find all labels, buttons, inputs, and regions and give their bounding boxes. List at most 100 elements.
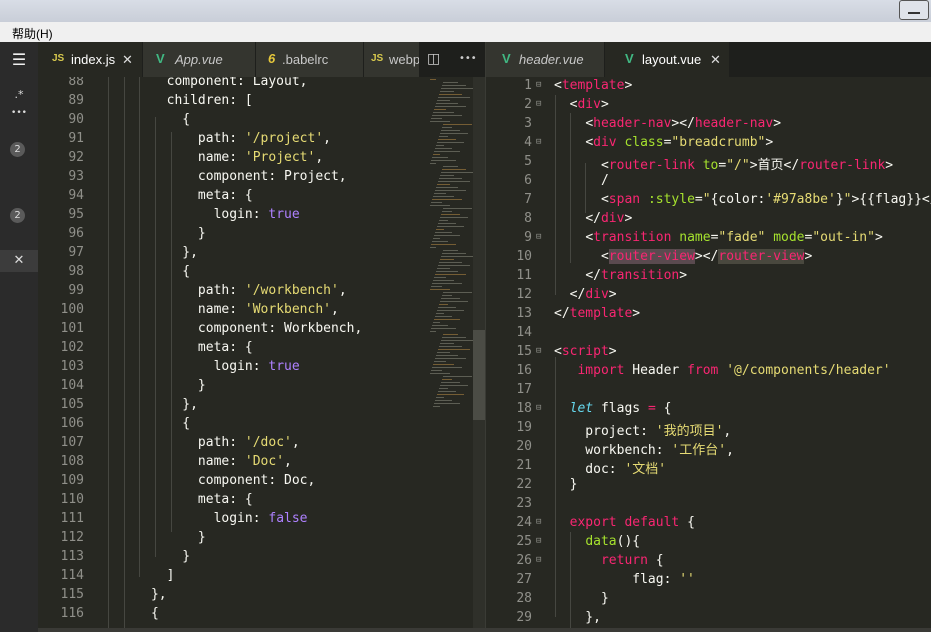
code-line[interactable]: { xyxy=(104,264,190,279)
fold-toggle-icon[interactable]: ⊟ xyxy=(536,99,541,109)
code-line[interactable]: </transition> xyxy=(554,268,687,283)
fold-toggle-icon[interactable]: ⊟ xyxy=(536,80,541,90)
close-icon[interactable]: ✕ xyxy=(710,52,721,68)
code-line[interactable]: children: [ xyxy=(104,93,253,108)
close-icon[interactable]: ✕ xyxy=(0,250,38,272)
code-line[interactable]: meta: { xyxy=(104,492,253,507)
code-line[interactable]: { xyxy=(104,606,159,621)
code-line[interactable]: }, xyxy=(554,610,601,625)
tab-babelrc[interactable]: 6 .babelrc xyxy=(256,42,363,77)
code-line[interactable]: { xyxy=(104,416,190,431)
code-line[interactable]: ] xyxy=(104,568,175,583)
minimap-line xyxy=(430,163,436,164)
code-line[interactable]: data(){ xyxy=(554,534,640,549)
horizontal-scrollbar[interactable] xyxy=(38,628,931,632)
explorer-icon[interactable]: ☰ xyxy=(0,50,38,69)
more-actions-icon[interactable]: ••• xyxy=(459,53,477,64)
code-line[interactable]: </div> xyxy=(554,211,632,226)
code-token: } xyxy=(104,226,206,241)
code-line[interactable]: name: 'Workbench', xyxy=(104,302,339,317)
code-line[interactable]: component: Workbench, xyxy=(104,321,362,336)
code-line[interactable]: <div class="breadcrumb"> xyxy=(554,135,773,150)
code-line[interactable]: login: true xyxy=(104,359,300,374)
badge-count[interactable]: 2 xyxy=(10,142,25,157)
split-editor-icon[interactable]: ◫ xyxy=(427,51,440,67)
code-line[interactable]: component: Project, xyxy=(104,169,347,184)
code-line[interactable]: doc: '文档' xyxy=(554,458,666,477)
more-icon[interactable]: ••• xyxy=(0,108,38,118)
code-line[interactable]: flag: '' xyxy=(554,572,695,587)
code-line[interactable]: path: '/doc', xyxy=(104,435,300,450)
code-line[interactable]: <span :style="{color:'#97a8be'}">{{flag}… xyxy=(554,192,931,207)
code-line[interactable]: <router-link to="/">首页</router-link> xyxy=(554,154,893,173)
line-number: 25 xyxy=(516,534,532,549)
regex-search-icon[interactable]: .* xyxy=(0,88,38,101)
code-line[interactable]: return { xyxy=(554,553,664,568)
code-token: to xyxy=(702,158,719,173)
line-number: 8 xyxy=(524,211,532,226)
code-line[interactable]: } xyxy=(554,477,578,492)
code-line[interactable]: let flags = { xyxy=(554,401,672,416)
code-line[interactable]: </template> xyxy=(554,306,640,321)
code-line[interactable]: } xyxy=(104,226,206,241)
code-line[interactable]: path: '/project', xyxy=(104,131,331,146)
fold-toggle-icon[interactable]: ⊟ xyxy=(536,232,541,242)
code-line[interactable]: } xyxy=(554,591,609,606)
fold-toggle-icon[interactable]: ⊟ xyxy=(536,403,541,413)
menu-help[interactable]: 帮助(H) xyxy=(12,25,53,42)
code-line[interactable]: component: Layout, xyxy=(104,77,308,89)
fold-toggle-icon[interactable]: ⊟ xyxy=(536,517,541,527)
minimap-line xyxy=(433,112,454,113)
code-token: component: Workbench, xyxy=(104,321,363,336)
left-editor[interactable]: 88 component: Layout, 89 children: [90 {9… xyxy=(38,77,418,632)
code-line[interactable]: meta: { xyxy=(104,188,253,203)
code-line[interactable]: workbench: '工作台', xyxy=(554,439,734,458)
code-line[interactable]: <script> xyxy=(554,344,617,359)
code-line[interactable]: component: Doc, xyxy=(104,473,315,488)
code-line[interactable]: <router-view></router-view> xyxy=(554,249,812,264)
fold-toggle-icon[interactable]: ⊟ xyxy=(536,137,541,147)
tab-header-vue[interactable]: V header.vue xyxy=(486,42,604,77)
code-line[interactable]: path: '/workbench', xyxy=(104,283,347,298)
scrollbar-thumb[interactable] xyxy=(473,330,485,420)
fold-toggle-icon[interactable]: ⊟ xyxy=(536,346,541,356)
code-line[interactable]: </div> xyxy=(554,287,617,302)
tab-app-vue[interactable]: V App.vue xyxy=(143,42,255,77)
right-editor[interactable]: 1 <template> 2 <div> 3 <header-nav></header… xyxy=(486,77,931,632)
code-line[interactable]: { xyxy=(104,112,190,127)
code-line[interactable]: <template> xyxy=(554,78,632,93)
code-line[interactable]: }, xyxy=(104,587,167,602)
minimap[interactable] xyxy=(418,77,474,632)
code-line[interactable]: login: false xyxy=(104,511,308,526)
code-line[interactable]: name: 'Project', xyxy=(104,150,323,165)
code-line[interactable]: } xyxy=(104,378,206,393)
code-line[interactable]: <transition name="fade" mode="out-in"> xyxy=(554,230,882,245)
fold-toggle-icon[interactable]: ⊟ xyxy=(536,536,541,546)
code-line[interactable]: / xyxy=(554,173,609,188)
minimize-button[interactable] xyxy=(899,0,929,20)
code-line[interactable]: <div> xyxy=(554,97,609,112)
code-line[interactable]: meta: { xyxy=(104,340,253,355)
tab-layout-vue[interactable]: V layout.vue ✕ xyxy=(605,42,729,77)
code-line[interactable]: login: true xyxy=(104,207,300,222)
tab-webpack[interactable]: JS webp xyxy=(364,42,419,77)
code-line[interactable]: project: '我的项目', xyxy=(554,420,731,439)
line-number: 7 xyxy=(524,192,532,207)
code-line[interactable]: <header-nav></header-nav> xyxy=(554,116,781,131)
badge-count[interactable]: 2 xyxy=(10,208,25,223)
code-line[interactable]: }, xyxy=(104,245,198,260)
code-line[interactable]: }, xyxy=(104,397,198,412)
code-line[interactable]: import Header from '@/components/header' xyxy=(554,363,890,378)
fold-toggle-icon[interactable]: ⊟ xyxy=(536,555,541,565)
code-line[interactable]: name: 'Doc', xyxy=(104,454,292,469)
code-token: , xyxy=(726,443,734,458)
close-icon[interactable]: ✕ xyxy=(122,52,133,68)
tab-index-js[interactable]: JS index.js ✕ xyxy=(38,42,142,77)
code-line[interactable]: export default { xyxy=(554,515,695,530)
code-line[interactable]: } xyxy=(104,530,206,545)
code-token: script xyxy=(561,344,609,359)
code-line[interactable]: } xyxy=(104,549,190,564)
code-token: true xyxy=(268,359,300,374)
line-number: 90 xyxy=(68,112,84,127)
